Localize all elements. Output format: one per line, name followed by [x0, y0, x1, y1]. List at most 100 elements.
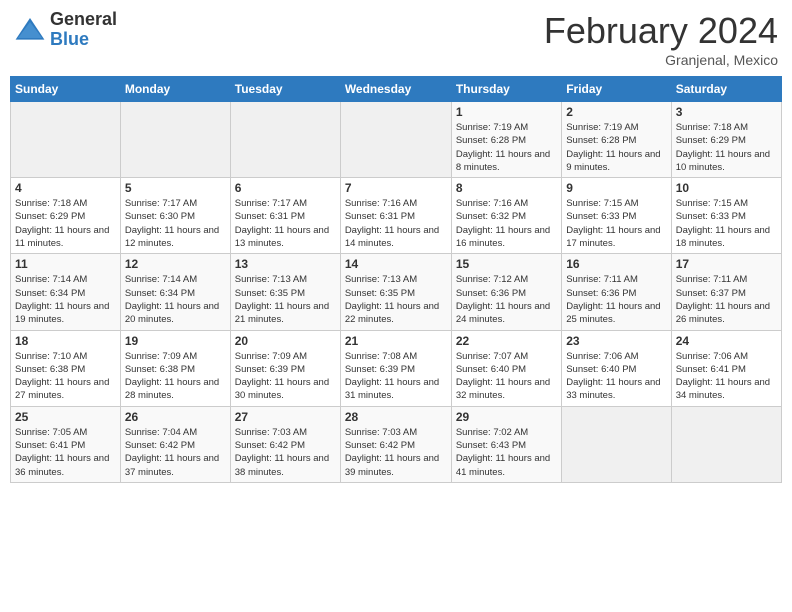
- calendar-cell: [671, 406, 781, 482]
- day-number: 6: [235, 181, 336, 195]
- day-number: 12: [125, 257, 226, 271]
- day-info: Sunrise: 7:14 AM Sunset: 6:34 PM Dayligh…: [15, 273, 116, 326]
- calendar-header-tuesday: Tuesday: [230, 77, 340, 102]
- day-info: Sunrise: 7:17 AM Sunset: 6:30 PM Dayligh…: [125, 197, 226, 250]
- calendar-cell: 11 Sunrise: 7:14 AM Sunset: 6:34 PM Dayli…: [11, 254, 121, 330]
- location: Granjenal, Mexico: [544, 52, 778, 68]
- day-number: 3: [676, 105, 777, 119]
- day-number: 20: [235, 334, 336, 348]
- calendar-cell: 6 Sunrise: 7:17 AM Sunset: 6:31 PM Daylig…: [230, 178, 340, 254]
- day-number: 23: [566, 334, 666, 348]
- day-info: Sunrise: 7:14 AM Sunset: 6:34 PM Dayligh…: [125, 273, 226, 326]
- day-info: Sunrise: 7:03 AM Sunset: 6:42 PM Dayligh…: [235, 426, 336, 479]
- header: General Blue February 2024 Granjenal, Me…: [10, 10, 782, 68]
- day-number: 29: [456, 410, 557, 424]
- calendar-header-saturday: Saturday: [671, 77, 781, 102]
- day-number: 15: [456, 257, 557, 271]
- calendar-week-row: 4Sunrise: 7:18 AM Sunset: 6:29 PM Daylig…: [11, 178, 782, 254]
- month-title: February 2024: [544, 10, 778, 52]
- day-info: Sunrise: 7:15 AM Sunset: 6:33 PM Dayligh…: [676, 197, 777, 250]
- day-info: Sunrise: 7:11 AM Sunset: 6:37 PM Dayligh…: [676, 273, 777, 326]
- day-number: 27: [235, 410, 336, 424]
- calendar-header-sunday: Sunday: [11, 77, 121, 102]
- day-info: Sunrise: 7:02 AM Sunset: 6:43 PM Dayligh…: [456, 426, 557, 479]
- calendar-week-row: 11 Sunrise: 7:14 AM Sunset: 6:34 PM Dayli…: [11, 254, 782, 330]
- calendar-cell: 14 Sunrise: 7:13 AM Sunset: 6:35 PM Dayli…: [340, 254, 451, 330]
- day-info: Sunrise: 7:06 AM Sunset: 6:41 PM Dayligh…: [676, 350, 777, 403]
- calendar-cell: [120, 102, 230, 178]
- title-block: February 2024 Granjenal, Mexico: [544, 10, 778, 68]
- day-info: Sunrise: 7:13 AM Sunset: 6:35 PM Dayligh…: [345, 273, 447, 326]
- day-info: Sunrise: 7:05 AM Sunset: 6:41 PM Dayligh…: [15, 426, 116, 479]
- day-number: 22: [456, 334, 557, 348]
- calendar: SundayMondayTuesdayWednesdayThursdayFrid…: [10, 76, 782, 483]
- calendar-cell: 5 Sunrise: 7:17 AM Sunset: 6:30 PM Daylig…: [120, 178, 230, 254]
- day-info: Sunrise: 7:17 AM Sunset: 6:31 PM Dayligh…: [235, 197, 336, 250]
- calendar-header-thursday: Thursday: [451, 77, 561, 102]
- calendar-cell: 22 Sunrise: 7:07 AM Sunset: 6:40 PM Dayli…: [451, 330, 561, 406]
- day-info: Sunrise: 7:08 AM Sunset: 6:39 PM Dayligh…: [345, 350, 447, 403]
- day-info: Sunrise: 7:04 AM Sunset: 6:42 PM Dayligh…: [125, 426, 226, 479]
- calendar-cell: [562, 406, 671, 482]
- day-info: Sunrise: 7:10 AM Sunset: 6:38 PM Dayligh…: [15, 350, 116, 403]
- day-number: 21: [345, 334, 447, 348]
- day-info: Sunrise: 7:07 AM Sunset: 6:40 PM Dayligh…: [456, 350, 557, 403]
- day-info: Sunrise: 7:15 AM Sunset: 6:33 PM Dayligh…: [566, 197, 666, 250]
- calendar-cell: 3Sunrise: 7:18 AM Sunset: 6:29 PM Daylig…: [671, 102, 781, 178]
- logo-blue-text: Blue: [50, 30, 117, 50]
- calendar-cell: 1 Sunrise: 7:19 AM Sunset: 6:28 PM Daylig…: [451, 102, 561, 178]
- calendar-week-row: 1 Sunrise: 7:19 AM Sunset: 6:28 PM Daylig…: [11, 102, 782, 178]
- calendar-cell: 15Sunrise: 7:12 AM Sunset: 6:36 PM Dayli…: [451, 254, 561, 330]
- day-info: Sunrise: 7:16 AM Sunset: 6:32 PM Dayligh…: [456, 197, 557, 250]
- day-info: Sunrise: 7:18 AM Sunset: 6:29 PM Dayligh…: [15, 197, 116, 250]
- calendar-cell: 28Sunrise: 7:03 AM Sunset: 6:42 PM Dayli…: [340, 406, 451, 482]
- day-number: 9: [566, 181, 666, 195]
- calendar-cell: 29 Sunrise: 7:02 AM Sunset: 6:43 PM Dayli…: [451, 406, 561, 482]
- day-info: Sunrise: 7:09 AM Sunset: 6:39 PM Dayligh…: [235, 350, 336, 403]
- day-number: 17: [676, 257, 777, 271]
- day-info: Sunrise: 7:19 AM Sunset: 6:28 PM Dayligh…: [456, 121, 557, 174]
- calendar-cell: 26 Sunrise: 7:04 AM Sunset: 6:42 PM Dayli…: [120, 406, 230, 482]
- calendar-cell: 21 Sunrise: 7:08 AM Sunset: 6:39 PM Dayli…: [340, 330, 451, 406]
- calendar-cell: 17 Sunrise: 7:11 AM Sunset: 6:37 PM Dayli…: [671, 254, 781, 330]
- calendar-cell: 18 Sunrise: 7:10 AM Sunset: 6:38 PM Dayli…: [11, 330, 121, 406]
- day-number: 14: [345, 257, 447, 271]
- calendar-cell: 4Sunrise: 7:18 AM Sunset: 6:29 PM Daylig…: [11, 178, 121, 254]
- day-number: 10: [676, 181, 777, 195]
- calendar-cell: [340, 102, 451, 178]
- calendar-cell: 20 Sunrise: 7:09 AM Sunset: 6:39 PM Dayli…: [230, 330, 340, 406]
- calendar-cell: 7Sunrise: 7:16 AM Sunset: 6:31 PM Daylig…: [340, 178, 451, 254]
- calendar-cell: 10 Sunrise: 7:15 AM Sunset: 6:33 PM Dayli…: [671, 178, 781, 254]
- day-number: 1: [456, 105, 557, 119]
- day-number: 18: [15, 334, 116, 348]
- day-number: 8: [456, 181, 557, 195]
- day-number: 26: [125, 410, 226, 424]
- calendar-cell: 23 Sunrise: 7:06 AM Sunset: 6:40 PM Dayli…: [562, 330, 671, 406]
- day-number: 25: [15, 410, 116, 424]
- calendar-cell: 19Sunrise: 7:09 AM Sunset: 6:38 PM Dayli…: [120, 330, 230, 406]
- day-info: Sunrise: 7:11 AM Sunset: 6:36 PM Dayligh…: [566, 273, 666, 326]
- calendar-cell: 8 Sunrise: 7:16 AM Sunset: 6:32 PM Daylig…: [451, 178, 561, 254]
- calendar-cell: [230, 102, 340, 178]
- logo-general-text: General: [50, 10, 117, 30]
- calendar-week-row: 25 Sunrise: 7:05 AM Sunset: 6:41 PM Dayli…: [11, 406, 782, 482]
- day-info: Sunrise: 7:19 AM Sunset: 6:28 PM Dayligh…: [566, 121, 666, 174]
- calendar-cell: 12 Sunrise: 7:14 AM Sunset: 6:34 PM Dayli…: [120, 254, 230, 330]
- logo-text: General Blue: [50, 10, 117, 50]
- day-number: 11: [15, 257, 116, 271]
- calendar-cell: 16 Sunrise: 7:11 AM Sunset: 6:36 PM Dayli…: [562, 254, 671, 330]
- day-number: 2: [566, 105, 666, 119]
- day-info: Sunrise: 7:13 AM Sunset: 6:35 PM Dayligh…: [235, 273, 336, 326]
- calendar-cell: 24 Sunrise: 7:06 AM Sunset: 6:41 PM Dayli…: [671, 330, 781, 406]
- day-number: 19: [125, 334, 226, 348]
- day-number: 16: [566, 257, 666, 271]
- calendar-week-row: 18 Sunrise: 7:10 AM Sunset: 6:38 PM Dayli…: [11, 330, 782, 406]
- day-info: Sunrise: 7:16 AM Sunset: 6:31 PM Dayligh…: [345, 197, 447, 250]
- day-number: 5: [125, 181, 226, 195]
- calendar-cell: 2 Sunrise: 7:19 AM Sunset: 6:28 PM Daylig…: [562, 102, 671, 178]
- calendar-cell: [11, 102, 121, 178]
- day-info: Sunrise: 7:06 AM Sunset: 6:40 PM Dayligh…: [566, 350, 666, 403]
- calendar-cell: 25 Sunrise: 7:05 AM Sunset: 6:41 PM Dayli…: [11, 406, 121, 482]
- day-number: 24: [676, 334, 777, 348]
- calendar-cell: 27 Sunrise: 7:03 AM Sunset: 6:42 PM Dayli…: [230, 406, 340, 482]
